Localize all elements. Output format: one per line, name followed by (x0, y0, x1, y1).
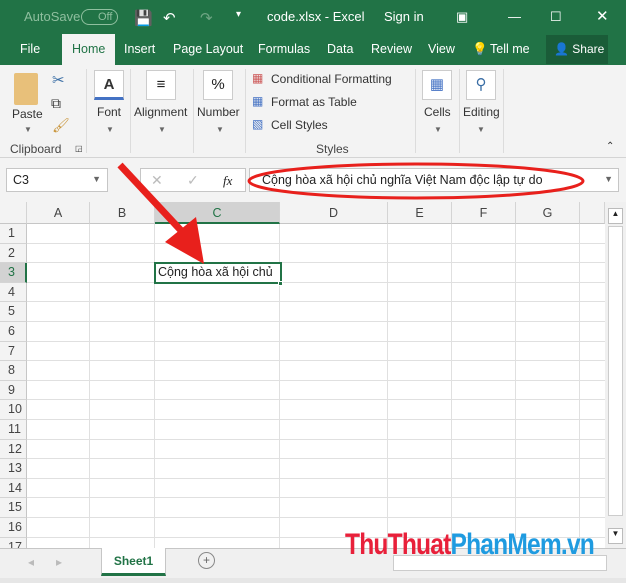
annotation-arrow-shaft (117, 162, 191, 241)
annotation-overlay (117, 162, 585, 264)
highlight-ellipse (247, 162, 585, 200)
